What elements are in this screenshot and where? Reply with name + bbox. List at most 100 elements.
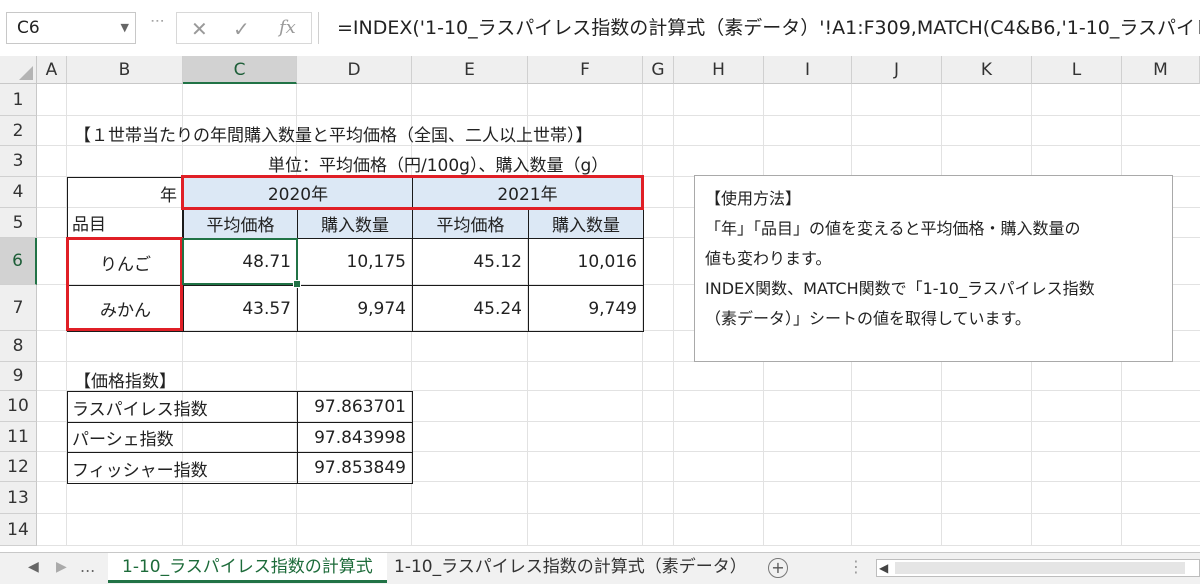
index-title: 【価格指数】 bbox=[74, 372, 176, 392]
table-cell[interactable]: 10,175 bbox=[297, 238, 413, 286]
name-box-value: C6 bbox=[17, 18, 40, 38]
index-value: 97.853849 bbox=[314, 458, 406, 478]
table-cell[interactable]: 45.24 bbox=[412, 285, 529, 332]
cell-value: 9,974 bbox=[357, 298, 406, 319]
sub-header-cell[interactable]: 平均価格 bbox=[183, 208, 298, 239]
name-box[interactable]: C6 ▼ bbox=[6, 12, 136, 44]
tab-sheet-raw-data[interactable]: 1-10_ラスパイレス指数の計算式（素データ） bbox=[380, 553, 761, 583]
cell-value: 45.24 bbox=[473, 298, 522, 319]
row-header-2[interactable]: 2 bbox=[0, 116, 37, 146]
sub-header-label: 購入数量 bbox=[321, 216, 389, 236]
drag-handle-icon[interactable]: ⋮ bbox=[149, 14, 165, 29]
note-line: INDEX関数、MATCH関数で「1-10_ラスパイレス指数 bbox=[705, 279, 1095, 298]
add-sheet-button[interactable]: + bbox=[768, 558, 788, 578]
index-name-cell[interactable]: パーシェ指数 bbox=[67, 422, 298, 453]
column-header-k[interactable]: K bbox=[942, 56, 1032, 84]
cell-value: 43.57 bbox=[242, 298, 291, 319]
row-header-4[interactable]: 4 bbox=[0, 177, 37, 208]
select-all-button[interactable] bbox=[0, 56, 37, 84]
row-header-3[interactable]: 3 bbox=[0, 146, 37, 177]
table-cell[interactable]: 45.12 bbox=[412, 238, 529, 286]
insert-function-icon[interactable]: fx bbox=[279, 17, 296, 38]
column-header-c[interactable]: C bbox=[183, 56, 297, 84]
row-header-9[interactable]: 9 bbox=[0, 362, 37, 391]
index-value-cell[interactable]: 97.853849 bbox=[297, 452, 413, 484]
index-name-cell[interactable]: ラスパイレス指数 bbox=[67, 391, 298, 423]
item-label: 品目 bbox=[72, 215, 106, 235]
more-sheets-button[interactable]: ... bbox=[80, 557, 95, 576]
table-title: 【１世帯当たりの年間購入数量と平均価格（全国、二人以上世帯）】 bbox=[74, 126, 593, 146]
formula-input[interactable]: =INDEX('1-10_ラスパイレス指数の計算式（素データ）'!A1:F309… bbox=[318, 12, 1200, 44]
column-header-a[interactable]: A bbox=[37, 56, 67, 84]
column-header-g[interactable]: G bbox=[643, 56, 674, 84]
column-header-h[interactable]: H bbox=[674, 56, 764, 84]
note-line: 【使用方法】 bbox=[705, 189, 802, 208]
table-cell[interactable]: 43.57 bbox=[183, 285, 298, 332]
grid-line bbox=[37, 545, 1200, 546]
grid-line bbox=[673, 84, 674, 546]
table-cell[interactable]: 9,974 bbox=[297, 285, 413, 332]
row-header-14[interactable]: 14 bbox=[0, 514, 37, 546]
index-name: ラスパイレス指数 bbox=[72, 399, 208, 420]
column-header-d[interactable]: D bbox=[297, 56, 412, 84]
row-header-6[interactable]: 6 bbox=[0, 238, 37, 285]
index-name-cell[interactable]: フィッシャー指数 bbox=[67, 452, 298, 484]
item-highlight-box bbox=[66, 237, 183, 331]
cell-value: 45.12 bbox=[473, 252, 522, 272]
note-line: （素データ）」シートの値を取得しています。 bbox=[705, 309, 1031, 328]
tab-sheet-calc[interactable]: 1-10_ラスパイレス指数の計算式 bbox=[108, 553, 387, 583]
column-header-l[interactable]: L bbox=[1032, 56, 1122, 84]
cancel-icon[interactable]: ✕ bbox=[191, 17, 208, 41]
formula-buttons: ✕ ✓ fx bbox=[176, 12, 312, 44]
index-value-cell[interactable]: 97.863701 bbox=[297, 391, 413, 423]
year-highlight-box bbox=[181, 175, 644, 210]
scroll-left-icon[interactable]: ◀ bbox=[879, 560, 888, 576]
sub-header-cell[interactable]: 購入数量 bbox=[528, 208, 644, 239]
sub-header-label: 購入数量 bbox=[552, 216, 620, 236]
name-box-dropdown-icon[interactable]: ▼ bbox=[121, 13, 129, 43]
row-header-10[interactable]: 10 bbox=[0, 391, 37, 422]
enter-icon[interactable]: ✓ bbox=[233, 17, 250, 41]
scrollbar-thumb[interactable] bbox=[895, 562, 1185, 574]
table-cell[interactable]: 9,749 bbox=[528, 285, 644, 332]
row-header-1[interactable]: 1 bbox=[0, 84, 37, 116]
cell-value: 10,175 bbox=[346, 252, 406, 272]
column-header-e[interactable]: E bbox=[412, 56, 528, 84]
cell-value: 9,749 bbox=[588, 298, 637, 319]
table-cell[interactable]: 10,016 bbox=[528, 238, 644, 286]
row-header-13[interactable]: 13 bbox=[0, 482, 37, 514]
next-sheet-icon[interactable]: ▶ bbox=[56, 559, 67, 575]
grid-line bbox=[37, 115, 1200, 116]
sub-header-label: 平均価格 bbox=[206, 216, 275, 236]
note-line: 値も変わります。 bbox=[705, 249, 832, 268]
cell-value: 10,016 bbox=[577, 252, 637, 272]
column-header-m[interactable]: M bbox=[1122, 56, 1200, 84]
formula-bar: C6 ▼ ⋮ ✕ ✓ fx =INDEX('1-10_ラスパイレス指数の計算式（… bbox=[0, 0, 1200, 57]
unit-label: 単位：平均価格（円/100g）、購入数量（g） bbox=[268, 156, 609, 176]
column-header-j[interactable]: J bbox=[852, 56, 942, 84]
column-header-b[interactable]: B bbox=[67, 56, 183, 84]
row-header-7[interactable]: 7 bbox=[0, 285, 37, 331]
tab-split-handle-icon[interactable]: ⋮ bbox=[848, 557, 864, 576]
index-value-cell[interactable]: 97.843998 bbox=[297, 422, 413, 453]
item-label-cell[interactable]: 品目 bbox=[67, 208, 183, 238]
index-name: パーシェ指数 bbox=[72, 430, 174, 450]
row-header-5[interactable]: 5 bbox=[0, 208, 37, 238]
note-line: 「年」「品目」の値を変えると平均価格・購入数量の bbox=[705, 219, 1081, 238]
sub-header-cell[interactable]: 購入数量 bbox=[297, 208, 413, 239]
year-label-cell[interactable]: 年 bbox=[67, 177, 183, 208]
column-header-i[interactable]: I bbox=[764, 56, 852, 84]
prev-sheet-icon[interactable]: ◀ bbox=[28, 559, 39, 575]
row-header-12[interactable]: 12 bbox=[0, 452, 37, 482]
usage-note[interactable]: 【使用方法】 「年」「品目」の値を変えると平均価格・購入数量の 値も変わります。… bbox=[694, 175, 1173, 362]
row-header-8[interactable]: 8 bbox=[0, 331, 37, 362]
column-header-f[interactable]: F bbox=[528, 56, 643, 84]
year-label: 年 bbox=[160, 185, 177, 206]
sub-header-cell[interactable]: 平均価格 bbox=[412, 208, 529, 239]
active-cell-c6[interactable] bbox=[182, 238, 301, 288]
grid-line bbox=[37, 513, 1200, 514]
sub-header-label: 平均価格 bbox=[436, 216, 505, 236]
row-header-11[interactable]: 11 bbox=[0, 422, 37, 452]
sheet-tab-bar: ◀ ▶ ... 1-10_ラスパイレス指数の計算式 1-10_ラスパイレス指数の… bbox=[0, 552, 1200, 584]
horizontal-scrollbar[interactable]: ◀ bbox=[876, 559, 1200, 577]
